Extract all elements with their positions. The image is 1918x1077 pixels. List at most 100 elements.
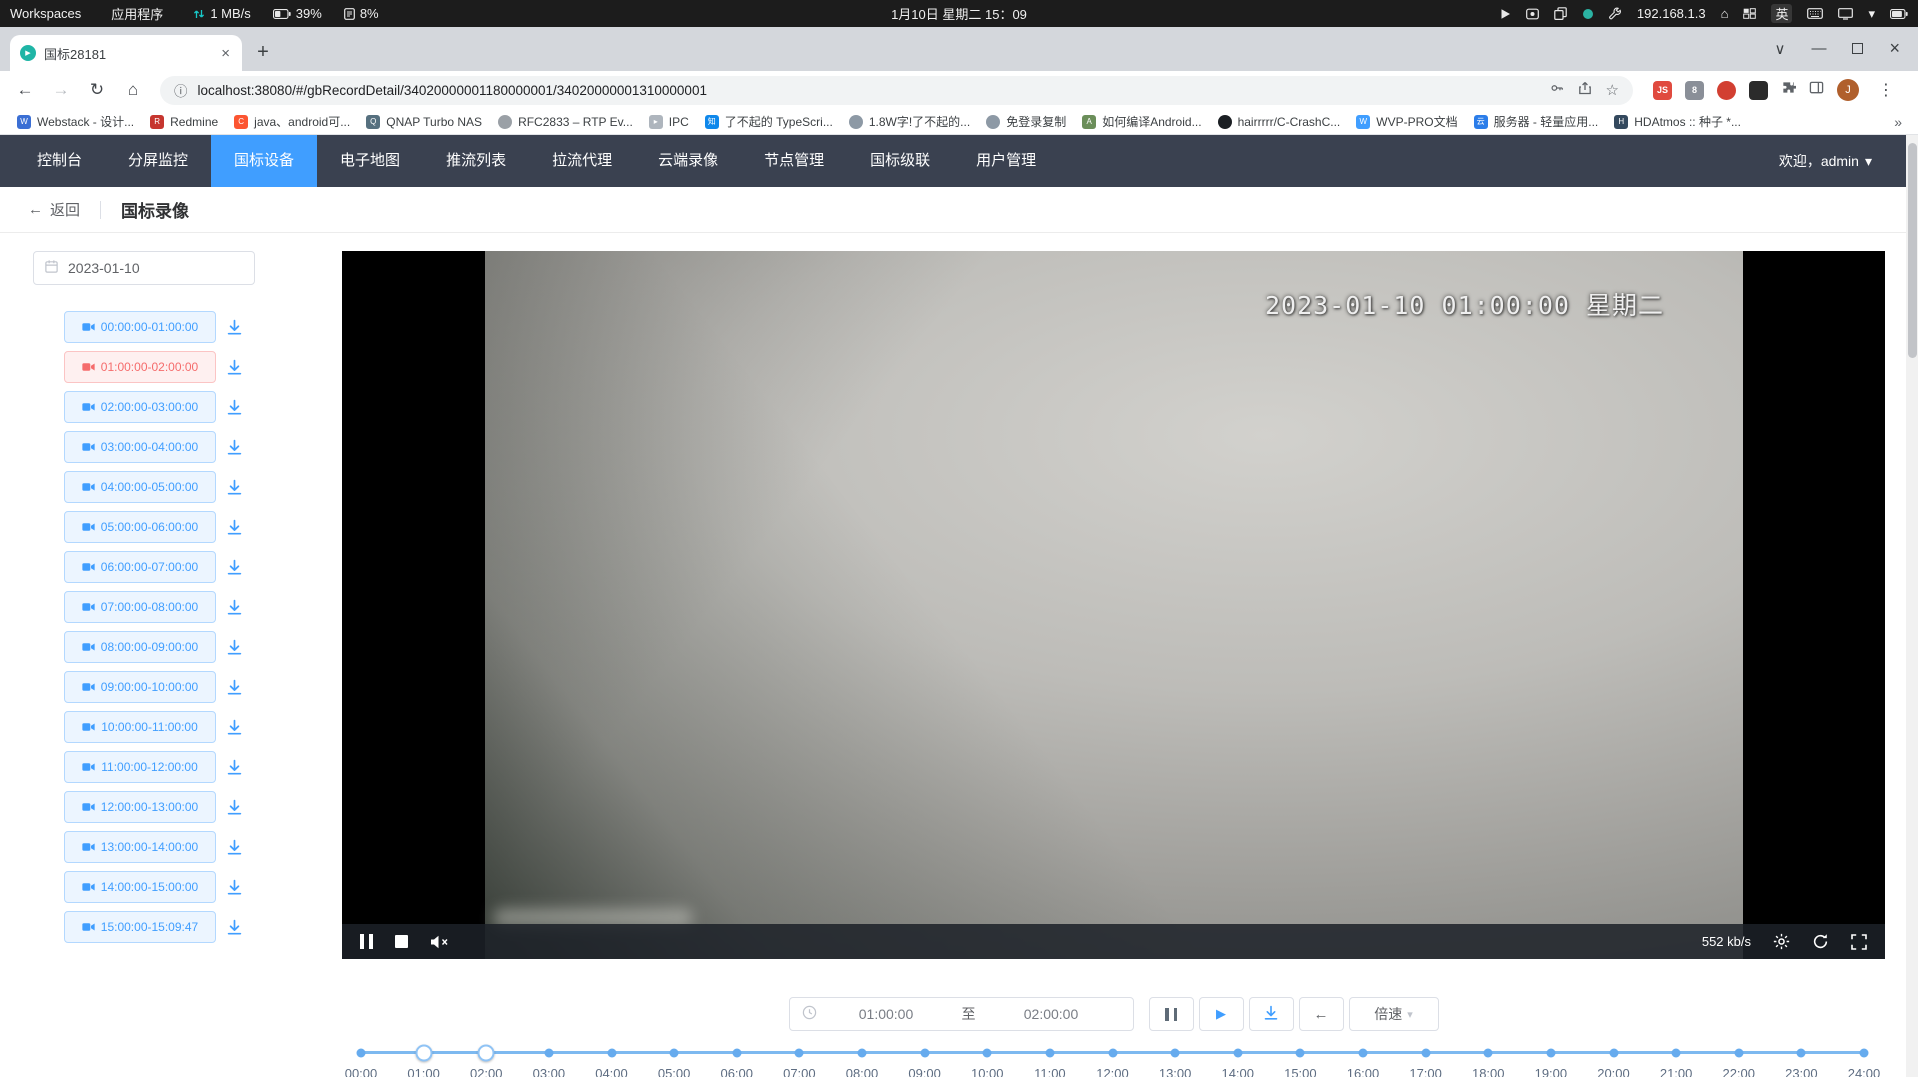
battery-status-icon[interactable] [1890, 9, 1908, 19]
back-button[interactable]: ← [10, 80, 40, 100]
extension-dark-icon[interactable] [1749, 81, 1768, 100]
segment-download-icon-8[interactable] [226, 639, 243, 656]
segment-chip-14[interactable]: 14:00:00-15:00:00 [64, 871, 216, 903]
timeline-tick-3[interactable] [544, 1048, 553, 1057]
screenshot-icon[interactable] [1526, 8, 1539, 20]
clipboard-icon[interactable] [1554, 7, 1567, 20]
bookmark-item-3[interactable]: QQNAP Turbo NAS [359, 113, 489, 131]
segment-chip-15[interactable]: 15:00:00-15:09:47 [64, 911, 216, 943]
extension-js-icon[interactable]: JS [1653, 81, 1672, 100]
timeline-handle-0[interactable] [415, 1044, 432, 1061]
timeline-tick-18[interactable] [1484, 1048, 1493, 1057]
nav-item-5[interactable]: 拉流代理 [529, 135, 635, 187]
segment-download-icon-14[interactable] [226, 879, 243, 896]
segment-chip-5[interactable]: 05:00:00-06:00:00 [64, 511, 216, 543]
bookmark-item-1[interactable]: RRedmine [143, 113, 225, 131]
time-range-input[interactable]: 01:00:00 至 02:00:00 [789, 997, 1134, 1031]
segment-chip-11[interactable]: 11:00:00-12:00:00 [64, 751, 216, 783]
segment-chip-10[interactable]: 10:00:00-11:00:00 [64, 711, 216, 743]
side-panel-icon[interactable] [1809, 80, 1824, 100]
segment-download-icon-12[interactable] [226, 799, 243, 816]
bookmark-item-6[interactable]: 知了不起的 TypeScri... [698, 111, 840, 132]
segment-download-icon-13[interactable] [226, 839, 243, 856]
nav-item-0[interactable]: 控制台 [14, 135, 105, 187]
segment-download-icon-7[interactable] [226, 599, 243, 616]
segment-download-icon-6[interactable] [226, 559, 243, 576]
segment-chip-4[interactable]: 04:00:00-05:00:00 [64, 471, 216, 503]
skip-to-start-button[interactable]: ← [1299, 997, 1344, 1031]
play-button[interactable]: ▶ [1199, 997, 1244, 1031]
bookmark-item-4[interactable]: RFC2833 – RTP Ev... [491, 113, 640, 131]
home-icon[interactable]: ⌂ [1721, 7, 1729, 20]
bookmark-item-13[interactable]: HHDAtmos :: 种子 *... [1607, 111, 1748, 132]
timeline-tick-14[interactable] [1233, 1048, 1242, 1057]
bookmark-item-5[interactable]: ▸IPC [642, 113, 696, 131]
bookmark-item-11[interactable]: WWVP-PRO文档 [1349, 111, 1464, 132]
segment-chip-6[interactable]: 06:00:00-07:00:00 [64, 551, 216, 583]
timeline-tick-15[interactable] [1296, 1048, 1305, 1057]
nav-item-8[interactable]: 国标级联 [847, 135, 953, 187]
timeline-tick-13[interactable] [1171, 1048, 1180, 1057]
ip-address[interactable]: 192.168.1.3 [1637, 6, 1706, 21]
nav-item-9[interactable]: 用户管理 [953, 135, 1059, 187]
timeline-handle-1[interactable] [478, 1044, 495, 1061]
bookmark-item-0[interactable]: WWebstack - 设计... [10, 111, 141, 132]
nav-item-6[interactable]: 云端录像 [635, 135, 741, 187]
segment-download-icon-3[interactable] [226, 439, 243, 456]
password-key-icon[interactable] [1550, 81, 1564, 99]
back-link[interactable]: ← 返回 [28, 199, 80, 220]
timeline-tick-22[interactable] [1734, 1048, 1743, 1057]
site-info-icon[interactable]: ⓘ [174, 80, 188, 100]
start-time-value[interactable]: 01:00:00 [817, 1006, 956, 1022]
extension-eight-icon[interactable]: 8 [1685, 81, 1704, 100]
segment-download-icon-11[interactable] [226, 759, 243, 776]
date-picker[interactable]: 2023-01-10 [33, 251, 255, 285]
bookmark-star-icon[interactable]: ☆ [1606, 81, 1619, 99]
segment-chip-9[interactable]: 09:00:00-10:00:00 [64, 671, 216, 703]
download-button[interactable] [1249, 997, 1294, 1031]
timeline-tick-17[interactable] [1421, 1048, 1430, 1057]
segment-chip-8[interactable]: 08:00:00-09:00:00 [64, 631, 216, 663]
bookmark-item-7[interactable]: 1.8W字!了不起的... [842, 111, 977, 132]
nav-item-1[interactable]: 分屏监控 [105, 135, 211, 187]
segment-chip-12[interactable]: 12:00:00-13:00:00 [64, 791, 216, 823]
status-dot-icon[interactable] [1582, 8, 1594, 20]
bookmark-item-12[interactable]: 云服务器 - 轻量应用... [1467, 111, 1606, 132]
segment-chip-13[interactable]: 13:00:00-14:00:00 [64, 831, 216, 863]
pause-button[interactable] [1149, 997, 1194, 1031]
bookmark-item-8[interactable]: 免登录复制 [979, 111, 1073, 132]
close-window-button[interactable]: × [1889, 38, 1900, 59]
timeline-tick-23[interactable] [1797, 1048, 1806, 1057]
segment-chip-7[interactable]: 07:00:00-08:00:00 [64, 591, 216, 623]
timeline-tick-12[interactable] [1108, 1048, 1117, 1057]
reload-button[interactable]: ↻ [82, 80, 112, 100]
home-button[interactable]: ⌂ [118, 80, 148, 100]
input-language-indicator[interactable]: 英 [1771, 4, 1792, 23]
share-icon[interactable] [1578, 81, 1592, 99]
extension-adblock-icon[interactable] [1717, 81, 1736, 100]
user-menu[interactable]: 欢迎，admin ▾ [1779, 151, 1872, 171]
timeline-slider[interactable]: 00:0001:0002:0003:0004:0005:0006:0007:00… [361, 1044, 1864, 1077]
segment-download-icon-10[interactable] [226, 719, 243, 736]
media-play-icon[interactable] [1500, 8, 1511, 20]
chevron-down-icon[interactable]: ▾ [1868, 7, 1875, 20]
extensions-puzzle-icon[interactable] [1781, 80, 1796, 100]
nav-item-7[interactable]: 节点管理 [741, 135, 847, 187]
segment-download-icon-9[interactable] [226, 679, 243, 696]
timeline-tick-4[interactable] [607, 1048, 616, 1057]
address-bar[interactable]: ⓘ localhost:38080/#/gbRecordDetail/34020… [160, 76, 1633, 105]
pause-icon[interactable] [360, 934, 373, 949]
bookmark-item-2[interactable]: Cjava、android可... [227, 111, 357, 132]
video-player[interactable]: 2023-01-10 01:00:00 星期二 552 kb/s [342, 251, 1885, 959]
timeline-tick-21[interactable] [1672, 1048, 1681, 1057]
end-time-value[interactable]: 02:00:00 [982, 1006, 1121, 1022]
tab-close-icon[interactable]: × [219, 45, 232, 62]
segment-chip-2[interactable]: 02:00:00-03:00:00 [64, 391, 216, 423]
timeline-tick-16[interactable] [1359, 1048, 1368, 1057]
keyboard-icon[interactable] [1807, 8, 1823, 19]
timeline-tick-6[interactable] [732, 1048, 741, 1057]
segment-chip-0[interactable]: 00:00:00-01:00:00 [64, 311, 216, 343]
segment-download-icon-5[interactable] [226, 519, 243, 536]
maximize-button[interactable] [1852, 43, 1863, 54]
speed-button[interactable]: 倍速 ▾ [1349, 997, 1439, 1031]
